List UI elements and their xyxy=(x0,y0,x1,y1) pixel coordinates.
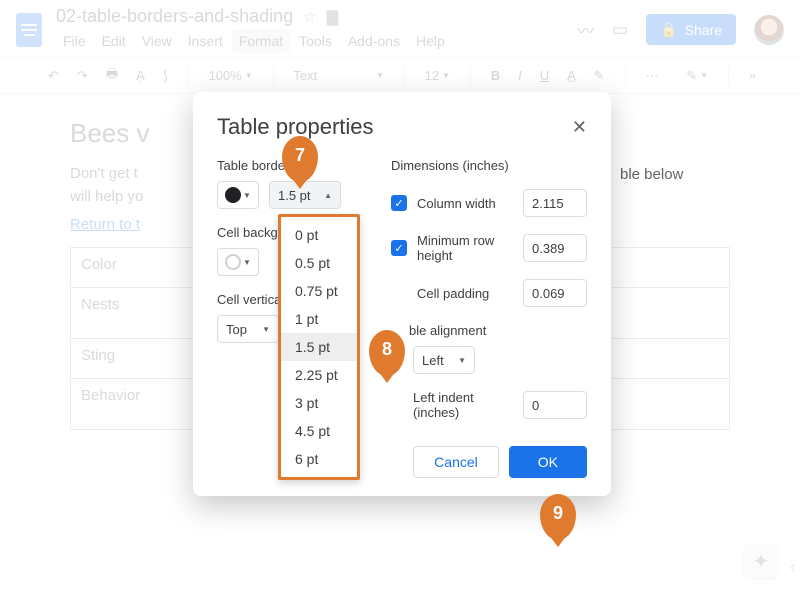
doc-fragment: ble below xyxy=(620,166,683,183)
label-table-align: ble alignment xyxy=(409,323,587,338)
bw-option-6[interactable]: 3 pt xyxy=(281,389,357,417)
bw-option-7[interactable]: 4.5 pt xyxy=(281,417,357,445)
border-width-menu: 0 pt 0.5 pt 0.75 pt 1 pt 1.5 pt 2.25 pt … xyxy=(278,214,360,480)
cell-valign-select[interactable]: Top▼ xyxy=(217,315,279,343)
cell-bg-color-button[interactable]: ▼ xyxy=(217,248,259,276)
input-left-indent[interactable]: 0 xyxy=(523,391,587,419)
input-cell-padding[interactable]: 0.069 xyxy=(523,279,587,307)
input-row-height[interactable]: 0.389 xyxy=(523,234,587,262)
bw-option-8[interactable]: 6 pt xyxy=(281,445,357,473)
label-left-indent: Left indent (inches) xyxy=(413,390,513,420)
label-row-height: Minimum row height xyxy=(417,233,513,263)
bw-option-3[interactable]: 1 pt xyxy=(281,305,357,333)
label-dimensions: Dimensions (inches) xyxy=(391,158,587,173)
table-align-select[interactable]: Left▼ xyxy=(413,346,475,374)
bw-option-0[interactable]: 0 pt xyxy=(281,221,357,249)
bw-option-4[interactable]: 1.5 pt xyxy=(281,333,357,361)
bw-option-2[interactable]: 0.75 pt xyxy=(281,277,357,305)
label-cell-padding: Cell padding xyxy=(417,286,513,301)
bw-option-1[interactable]: 0.5 pt xyxy=(281,249,357,277)
checkbox-row-height[interactable]: ✓ xyxy=(391,240,407,256)
table-properties-dialog: Table properties ✕ Table border ▼ 1.5 pt… xyxy=(193,92,611,496)
cancel-button[interactable]: Cancel xyxy=(413,446,499,478)
input-column-width[interactable]: 2.115 xyxy=(523,189,587,217)
bw-option-5[interactable]: 2.25 pt xyxy=(281,361,357,389)
checkbox-column-width[interactable]: ✓ xyxy=(391,195,407,211)
label-column-width: Column width xyxy=(417,196,513,211)
close-icon[interactable]: ✕ xyxy=(572,117,587,138)
ok-button[interactable]: OK xyxy=(509,446,587,478)
border-color-button[interactable]: ▼ xyxy=(217,181,259,209)
